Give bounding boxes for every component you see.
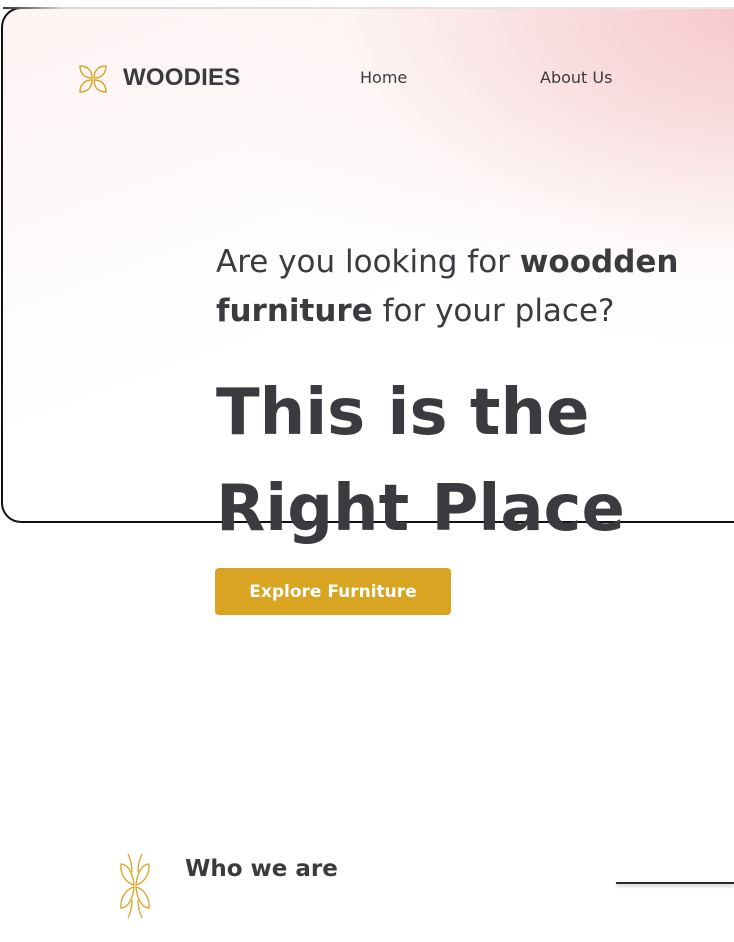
nav-home-link[interactable]: Home (360, 68, 407, 87)
leaf-ornament-icon (120, 853, 150, 919)
who-we-are-section: Who we are (0, 840, 734, 942)
navbar: WOODIES Home About Us (0, 0, 734, 160)
brand-logo[interactable]: WOODIES (77, 63, 240, 95)
nav-about-link[interactable]: About Us (540, 68, 612, 87)
hero-title-line-2: Right Place (216, 472, 625, 546)
hero-question-suffix: for your place? (372, 293, 615, 329)
hero-title: This is the Right Place (216, 365, 716, 557)
hero-question: Are you looking for woodden furniture fo… (216, 238, 726, 336)
section-title: Who we are (185, 856, 338, 882)
explore-furniture-button[interactable]: Explore Furniture (215, 568, 451, 615)
hero-question-text: Are you looking for woodden furniture fo… (216, 238, 726, 336)
page: WOODIES Home About Us Are you looking fo… (0, 0, 734, 942)
section-divider (616, 882, 734, 884)
hero-title-line-1: This is the (216, 376, 590, 450)
brand-name: WOODIES (123, 64, 241, 91)
flower-logo-icon (79, 65, 107, 93)
hero-question-prefix: Are you looking for (216, 244, 520, 280)
